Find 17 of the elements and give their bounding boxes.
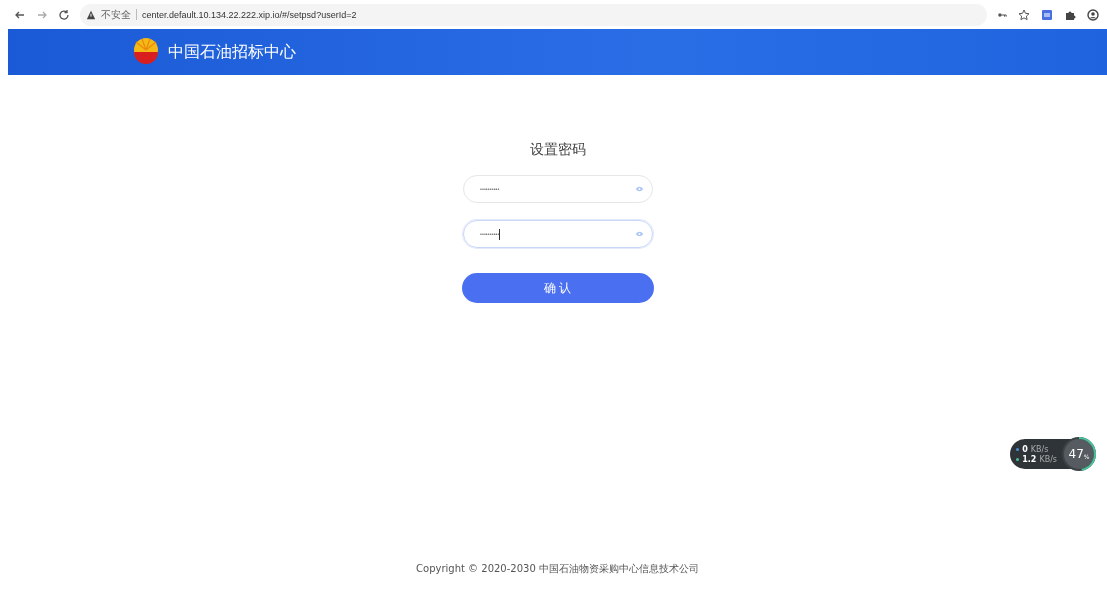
warning-icon xyxy=(86,9,96,20)
security-label: 不安全 xyxy=(101,7,131,22)
copyright-text: Copyright © 2020-2030 中国石油物资采购中心信息技术公司 xyxy=(415,562,700,576)
confirm-button[interactable]: 确 认 xyxy=(461,273,654,303)
download-speed: 1.2 xyxy=(1022,454,1037,464)
reload-icon[interactable] xyxy=(58,8,70,21)
site-title: 中国石油招标中心 xyxy=(168,41,296,63)
address-bar[interactable]: 不安全 center.default.10.134.22.222.xip.io/#/setpsd?userId=2 xyxy=(80,3,987,26)
upload-unit: KB/s xyxy=(1030,444,1049,454)
star-icon[interactable] xyxy=(1018,8,1030,21)
upload-speed: 0 xyxy=(1022,444,1028,454)
profile-icon[interactable] xyxy=(1087,8,1099,21)
download-unit: KB/s xyxy=(1039,454,1057,464)
url-text: center.default.10.134.22.222.xip.io/#/setpsd?userId=2 xyxy=(142,9,357,20)
usage-percent: 47 xyxy=(1068,447,1084,461)
extension-icon[interactable] xyxy=(1041,8,1053,21)
form-title: 设置密码 xyxy=(529,141,586,159)
